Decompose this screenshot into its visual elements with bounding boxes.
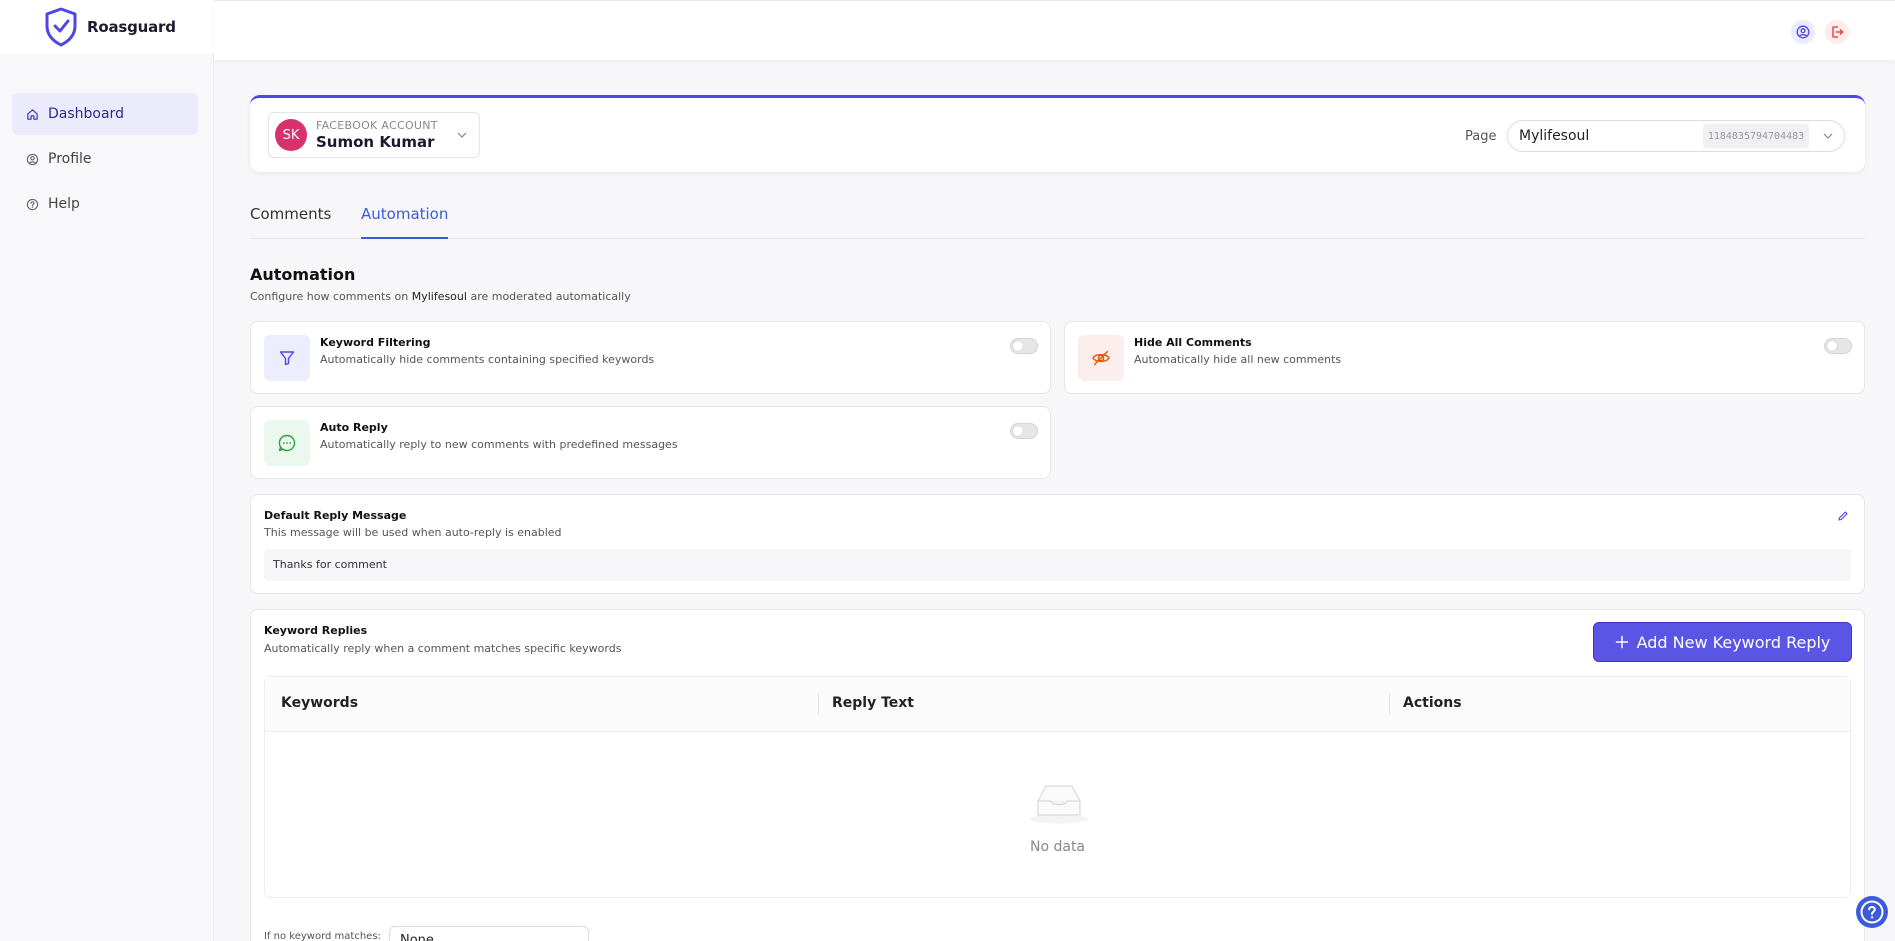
app-logo[interactable]: Roasguard: [0, 0, 214, 54]
user-circle-icon: [1796, 25, 1810, 39]
hide-all-comments-toggle[interactable]: [1824, 338, 1852, 354]
column-header-reply-text: Reply Text: [832, 695, 915, 711]
home-icon: [27, 108, 38, 120]
feature-title: Keyword Filtering: [320, 336, 431, 349]
sidebar: Roasguard Dashboard Profile Help: [0, 0, 214, 941]
column-header-keywords: Keywords: [281, 695, 359, 711]
help-floating-button[interactable]: [1856, 896, 1888, 928]
user-account-button[interactable]: [1791, 20, 1815, 44]
keyword-filtering-toggle[interactable]: [1010, 338, 1038, 354]
empty-state-text: No data: [1029, 839, 1086, 855]
sidebar-item-profile[interactable]: Profile: [12, 138, 198, 180]
app-name: Roasguard: [87, 18, 176, 36]
facebook-account-name: Sumon Kumar: [316, 133, 435, 151]
question-mark-icon: [1860, 900, 1884, 924]
subtitle-suffix: are moderated automatically: [466, 290, 631, 303]
hide-all-comments-card: Hide All Comments Automatically hide all…: [1064, 321, 1865, 394]
auto-reply-toggle[interactable]: [1010, 423, 1038, 439]
page-id: 1184835794704483: [1703, 124, 1809, 148]
page-label: Page: [1465, 129, 1497, 144]
chevron-down-icon: [457, 132, 467, 138]
sidebar-nav: Dashboard Profile Help: [12, 93, 198, 228]
chevron-down-icon: [1823, 133, 1833, 139]
facebook-account-select[interactable]: SK FACEBOOK ACCOUNT Sumon Kumar: [268, 112, 480, 158]
auto-reply-card: Auto Reply Automatically reply to new co…: [250, 406, 1051, 479]
no-match-label: If no keyword matches:: [264, 931, 381, 941]
feature-icon-box: [1078, 335, 1124, 381]
no-match-select[interactable]: None: [389, 926, 589, 941]
feature-title: Auto Reply: [320, 421, 388, 434]
logout-icon: [1832, 26, 1844, 38]
default-reply-title: Default Reply Message: [264, 509, 407, 522]
keyword-filtering-card: Keyword Filtering Automatically hide com…: [250, 321, 1051, 394]
table-header: Keywords Reply Text Actions: [265, 677, 1850, 732]
keyword-replies-subtitle: Automatically reply when a comment match…: [264, 642, 622, 655]
column-header-actions: Actions: [1403, 695, 1462, 711]
feature-icon-box: [264, 335, 310, 381]
logout-button[interactable]: [1825, 20, 1849, 44]
eye-off-icon: [1092, 350, 1110, 366]
sidebar-item-dashboard[interactable]: Dashboard: [12, 93, 198, 135]
keyword-replies-card: Keyword Replies Automatically reply when…: [250, 609, 1865, 941]
top-bar: [214, 0, 1895, 60]
feature-icon-box: [264, 420, 310, 466]
sidebar-item-help[interactable]: Help: [12, 183, 198, 225]
filter-icon: [279, 351, 295, 366]
add-keyword-reply-label: Add New Keyword Reply: [1636, 632, 1831, 652]
keyword-replies-table: Keywords Reply Text Actions No data: [264, 676, 1851, 898]
user-icon: [26, 153, 39, 165]
subtitle-prefix: Configure how comments on: [250, 290, 412, 303]
message-circle-icon: [278, 434, 296, 452]
page-select[interactable]: Mylifesoul 1184835794704483: [1507, 120, 1845, 152]
page-name: Mylifesoul: [1519, 128, 1590, 144]
add-keyword-reply-button[interactable]: Add New Keyword Reply: [1593, 622, 1852, 662]
sidebar-item-label: Help: [48, 196, 80, 212]
plus-icon: [1615, 635, 1628, 649]
feature-description: Automatically hide comments containing s…: [320, 353, 655, 366]
help-circle-icon: [26, 198, 39, 210]
feature-title: Hide All Comments: [1134, 336, 1252, 349]
facebook-account-info: FACEBOOK ACCOUNT Sumon Kumar: [316, 119, 438, 151]
keyword-replies-title: Keyword Replies: [264, 624, 368, 637]
empty-inbox-icon: [1030, 785, 1088, 824]
facebook-account-label: FACEBOOK ACCOUNT: [316, 119, 438, 132]
column-divider: [1389, 693, 1390, 715]
feature-description: Automatically reply to new comments with…: [320, 438, 678, 451]
default-reply-card: Default Reply Message This message will …: [250, 494, 1865, 594]
avatar: SK: [275, 119, 307, 151]
tab-bar: Comments Automation: [250, 205, 1865, 239]
sidebar-item-label: Profile: [48, 151, 92, 167]
default-reply-subtitle: This message will be used when auto-repl…: [264, 526, 562, 539]
sidebar-item-label: Dashboard: [48, 106, 124, 122]
tab-comments[interactable]: Comments: [250, 205, 331, 239]
tab-automation[interactable]: Automation: [361, 205, 449, 239]
account-selector-card: SK FACEBOOK ACCOUNT Sumon Kumar Page Myl…: [250, 95, 1865, 172]
default-reply-message: Thanks for comment: [264, 549, 1851, 581]
subtitle-page-name: Mylifesoul: [411, 290, 467, 303]
edit-pencil-icon[interactable]: [1837, 510, 1849, 522]
section-subtitle: Configure how comments on Mylifesoul are…: [250, 290, 631, 303]
feature-description: Automatically hide all new comments: [1134, 353, 1342, 366]
column-divider: [818, 693, 819, 715]
shield-check-icon: [45, 7, 77, 47]
section-title: Automation: [250, 265, 356, 284]
